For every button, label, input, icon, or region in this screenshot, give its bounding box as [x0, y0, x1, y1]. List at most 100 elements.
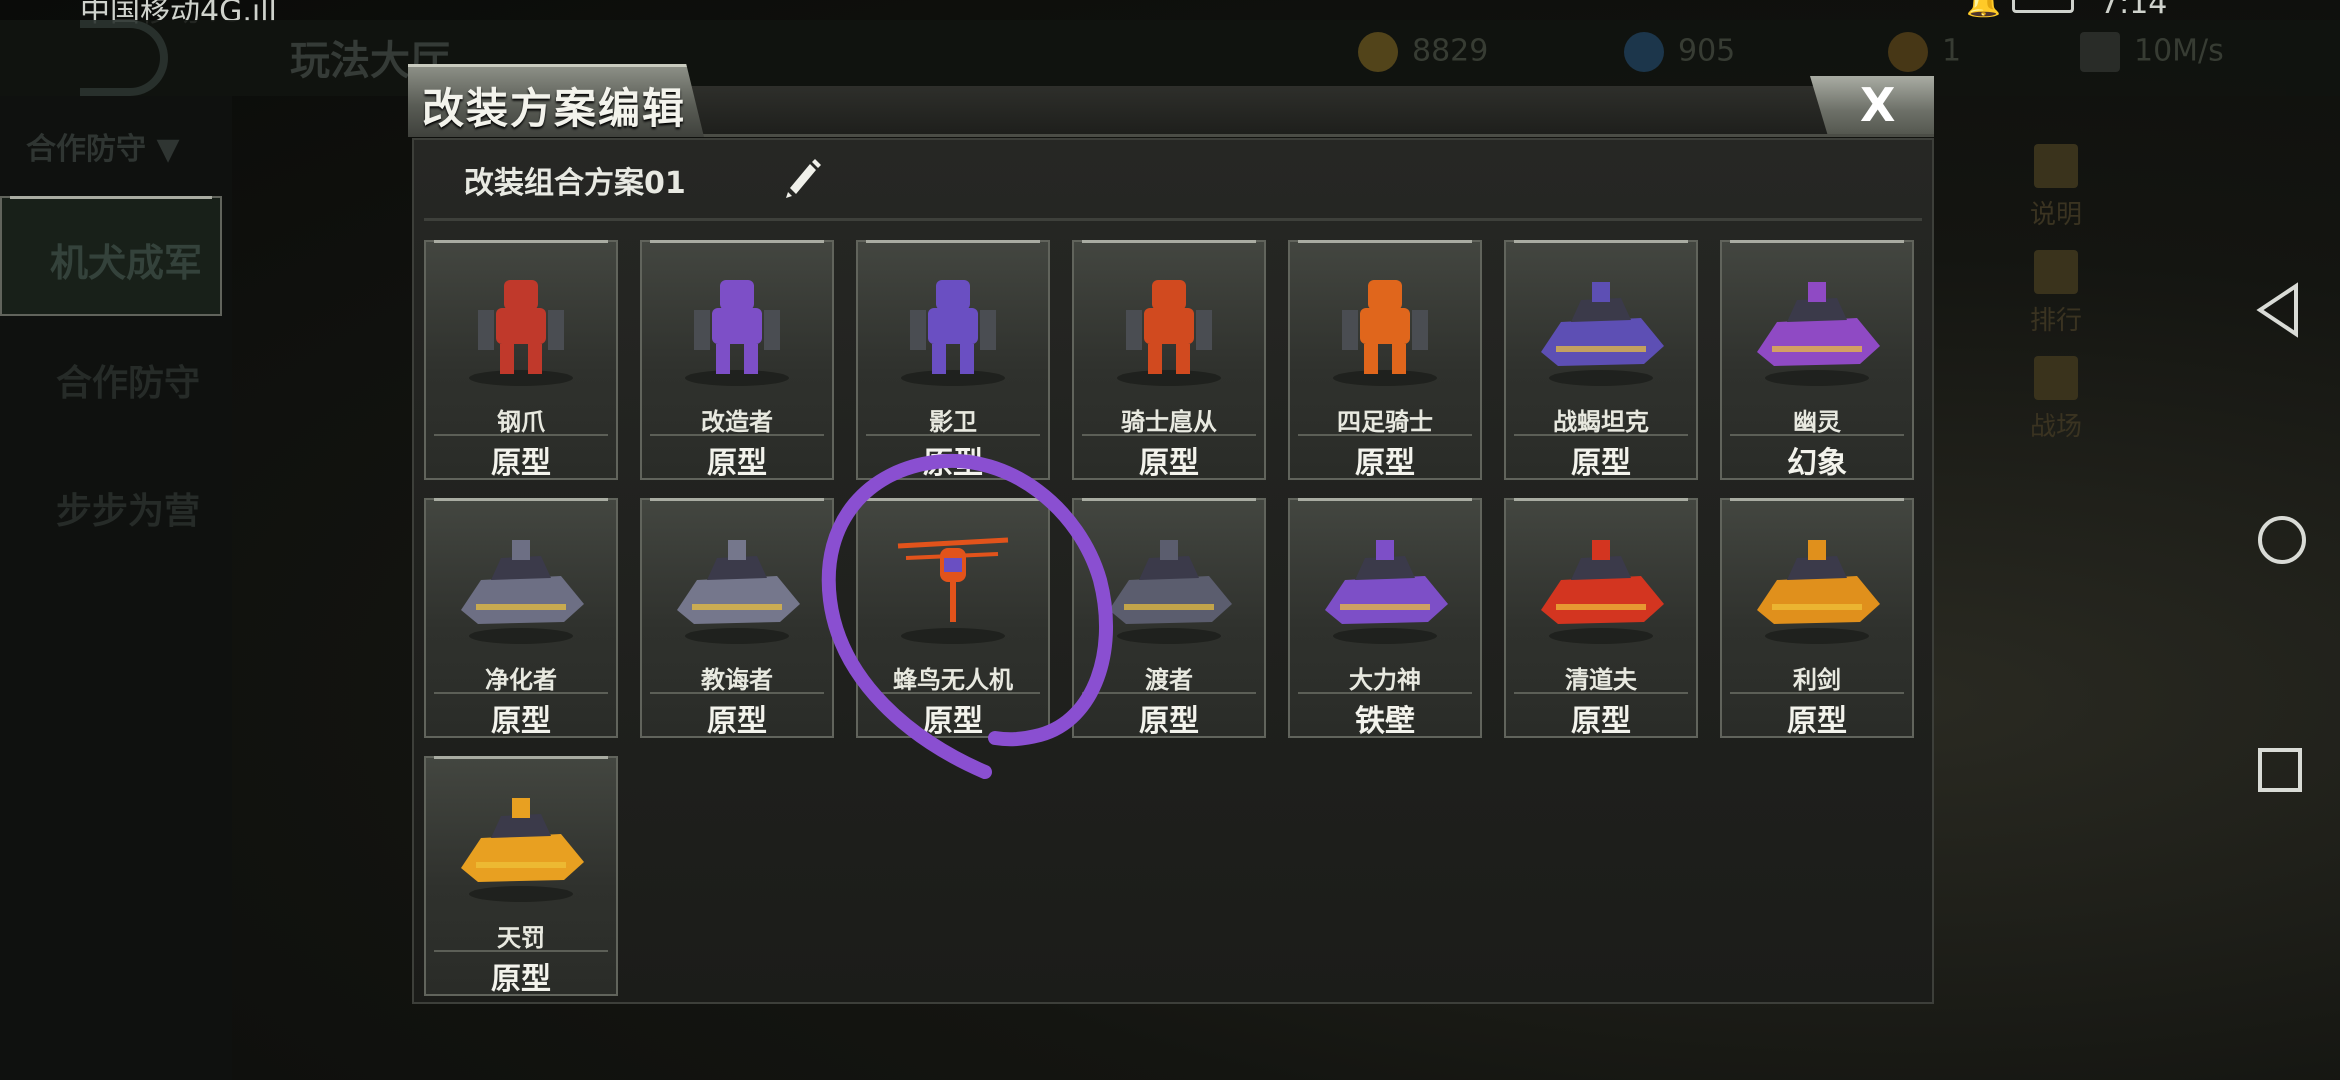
unit-divider [1514, 692, 1688, 694]
red-knight-mech [1117, 280, 1221, 386]
unit-divider [866, 434, 1040, 436]
swords-icon [2034, 356, 2078, 400]
ticket-icon [1888, 32, 1928, 72]
diamond-icon [1624, 32, 1664, 72]
unit-name: 改造者 [701, 408, 773, 436]
unit-name: 渡者 [1145, 666, 1193, 694]
ghost-tank [1757, 282, 1880, 386]
unit-card[interactable]: 利剑 原型 [1720, 498, 1914, 739]
unit-card[interactable]: 影卫 原型 [856, 240, 1050, 481]
unit-card[interactable]: 蜂鸟无人机 原型 [856, 498, 1050, 739]
sidebar-card-label: 机犬成军 [50, 241, 203, 285]
dialog-title-tab: 改装方案编辑 [408, 64, 704, 137]
red-mech-dog [469, 280, 573, 386]
purple-hover [1325, 540, 1448, 644]
unit-form-label: 原型 [707, 446, 767, 481]
rank-button[interactable]: 排行 [2026, 250, 2086, 337]
gold-counter: 8829 [1358, 32, 1488, 72]
unit-card[interactable]: 大力神 铁壁 [1288, 498, 1482, 739]
gray-quadcopter [1109, 540, 1232, 644]
scheme-row: 改装组合方案01 [414, 140, 1932, 218]
orange-quad-mech [1333, 280, 1437, 386]
battle-button[interactable]: 战场 [2026, 356, 2086, 443]
unit-name: 利剑 [1793, 666, 1841, 694]
unit-form-label: 原型 [707, 704, 767, 739]
unit-divider [434, 950, 608, 952]
unit-name: 四足骑士 [1337, 408, 1433, 436]
scheme-name: 改装组合方案01 [464, 166, 686, 201]
unit-card[interactable]: 钢爪 原型 [424, 240, 618, 481]
nav-recent-icon[interactable] [2256, 746, 2304, 798]
sidebar-item-step[interactable]: 步步为营 [56, 482, 200, 534]
dark-mech [901, 280, 1005, 386]
bell-icon: 🔔 [1966, 0, 2001, 19]
back-button[interactable] [80, 20, 168, 96]
unit-name: 净化者 [485, 666, 557, 694]
unit-divider [1730, 434, 1904, 436]
nav-home-icon[interactable] [2256, 514, 2308, 570]
diamond-counter: 905 [1624, 32, 1735, 72]
red-hovercraft [1541, 540, 1664, 644]
unit-name: 幽灵 [1793, 408, 1841, 436]
unit-divider [1730, 692, 1904, 694]
sidebar-card-active[interactable]: 机犬成军 [0, 196, 222, 316]
purple-mech [685, 280, 789, 386]
clock: 7:14 [2100, 0, 2168, 21]
lobby-sidebar: 合作防守 ▼ 机犬成军 合作防守 步步为营 [0, 96, 232, 1080]
modification-plan-dialog: 改装方案编辑 X 改装组合方案01 钢爪 原型 改造者 原型 影卫 原型 骑士扈从 原型 四足骑… [408, 64, 1934, 1004]
edit-pencil-icon[interactable] [774, 150, 828, 204]
unit-card[interactable]: 改造者 原型 [640, 240, 834, 481]
unit-divider [650, 692, 824, 694]
yellow-hovercraft [461, 798, 584, 902]
unit-name: 战蝎坦克 [1553, 408, 1649, 436]
lobby-top-bar: 玩法大厅 8829 905 1 10M/s [0, 20, 2340, 96]
unit-form-label: 原型 [1787, 704, 1847, 739]
plus-icon [2080, 32, 2120, 72]
unit-form-label: 原型 [1571, 446, 1631, 481]
unit-card[interactable]: 清道夫 原型 [1504, 498, 1698, 739]
gray-tank [677, 540, 800, 644]
unit-form-label: 原型 [1139, 704, 1199, 739]
book-icon [2034, 144, 2078, 188]
unit-card[interactable]: 天罚 原型 [424, 756, 618, 997]
unit-divider [434, 434, 608, 436]
drone-icon [897, 537, 1009, 644]
unit-name: 蜂鸟无人机 [893, 666, 1013, 694]
unit-divider [434, 692, 608, 694]
divider [424, 218, 1922, 221]
unit-card[interactable]: 幽灵 幻象 [1720, 240, 1914, 481]
unit-form-label: 铁壁 [1355, 704, 1415, 739]
unit-form-label: 原型 [491, 962, 551, 997]
unit-name: 钢爪 [497, 408, 545, 436]
gray-apc [461, 540, 584, 644]
network-speed: 10M/s [2080, 32, 2224, 72]
unit-name: 影卫 [929, 408, 977, 436]
unit-card[interactable]: 四足骑士 原型 [1288, 240, 1482, 481]
close-button[interactable]: X [1810, 76, 1934, 134]
unit-name: 天罚 [497, 924, 545, 952]
unit-form-label: 原型 [923, 446, 983, 481]
mode-selector[interactable]: 合作防守 ▼ [26, 124, 180, 168]
unit-name: 清道夫 [1565, 666, 1637, 694]
sidebar-item-coop[interactable]: 合作防守 [56, 354, 200, 406]
unit-divider [1514, 434, 1688, 436]
purple-tank [1541, 282, 1664, 386]
dialog-panel: 改装组合方案01 钢爪 原型 改造者 原型 影卫 原型 骑士扈从 原型 四足骑士 原型 战蝎坦克 原型… [412, 138, 1934, 1004]
unit-form-label: 幻象 [1787, 446, 1847, 481]
unit-divider [1298, 434, 1472, 436]
unit-name: 教诲者 [701, 666, 773, 694]
unit-card[interactable]: 骑士扈从 原型 [1072, 240, 1266, 481]
dialog-title: 改装方案编辑 [422, 84, 687, 133]
unit-card[interactable]: 渡者 原型 [1072, 498, 1266, 739]
unit-card[interactable]: 战蝎坦克 原型 [1504, 240, 1698, 481]
trophy-icon [2034, 250, 2078, 294]
unit-card[interactable]: 教诲者 原型 [640, 498, 834, 739]
unit-divider [866, 692, 1040, 694]
unit-divider [1082, 692, 1256, 694]
unit-name: 骑士扈从 [1121, 408, 1217, 436]
nav-back-icon[interactable] [2256, 282, 2302, 342]
help-button[interactable]: 说明 [2026, 144, 2086, 231]
unit-divider [650, 434, 824, 436]
gold-icon [1358, 32, 1398, 72]
unit-card[interactable]: 净化者 原型 [424, 498, 618, 739]
